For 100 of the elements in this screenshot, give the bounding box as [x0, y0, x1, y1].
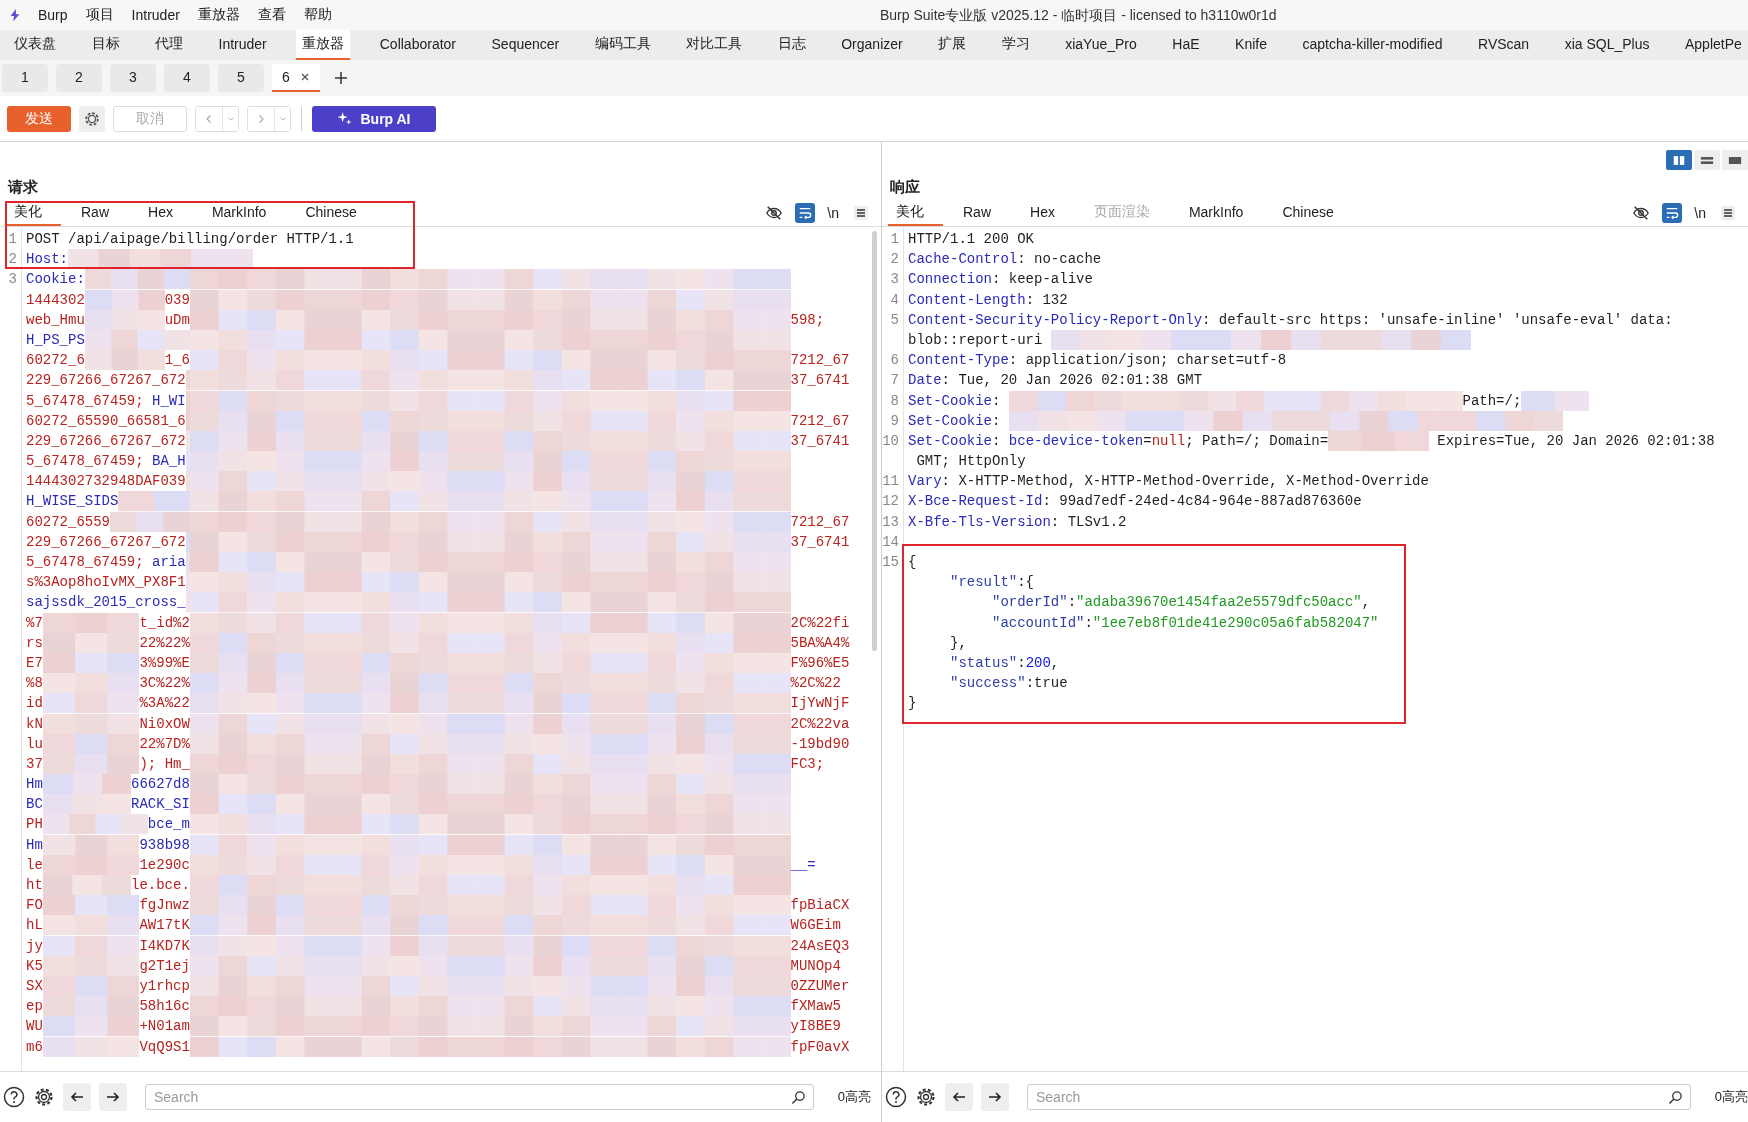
request-tab[interactable]: 4 [164, 64, 210, 92]
ai-button[interactable]: Burp AI [312, 105, 436, 132]
newline-toggle[interactable]: \n [827, 205, 839, 221]
tool-tab[interactable]: HaE [1166, 30, 1206, 60]
code-text: Ni0xOW [139, 714, 190, 734]
editor-tab[interactable]: Raw [943, 200, 1010, 226]
settings-button[interactable] [79, 105, 105, 132]
code-text: { [908, 553, 917, 572]
tool-tab[interactable]: 日志 [771, 30, 812, 60]
request-tab[interactable]: 2 [56, 64, 102, 92]
code-text: 1e290c [139, 855, 190, 875]
editor-tab[interactable]: MarkInfo [1168, 200, 1263, 226]
editor-tab[interactable]: Chinese [1262, 200, 1353, 226]
search-field[interactable]: Search [1027, 1084, 1691, 1110]
tool-tab[interactable]: Collaborator [373, 30, 462, 60]
tool-tab[interactable]: 学习 [995, 30, 1036, 60]
editor-tab[interactable]: MarkInfo [191, 200, 286, 226]
menu-icon[interactable] [1720, 205, 1736, 221]
settings-icon[interactable] [33, 1086, 55, 1108]
wrap-icon [798, 206, 813, 220]
tool-tab[interactable]: RVScan [1472, 30, 1536, 60]
editor-tab[interactable]: 美化 [888, 200, 943, 226]
line-number: 12 [882, 492, 899, 512]
code-text: I4KD7K [139, 936, 190, 956]
tool-tab[interactable]: xia SQL_Plus [1558, 30, 1656, 60]
code-text: fpBiaCX [790, 896, 850, 916]
code-text: FO [26, 896, 43, 916]
help-icon[interactable] [885, 1086, 907, 1108]
code-text: ht [26, 876, 43, 895]
add-tab-icon[interactable] [334, 71, 348, 85]
sparkle-icon [337, 111, 353, 126]
next-button[interactable] [99, 1083, 127, 1111]
request-tab[interactable]: 1 [2, 64, 48, 92]
request-tab[interactable]: 3 [110, 64, 156, 92]
search-field[interactable]: Search [145, 1084, 814, 1110]
menu-icon[interactable] [853, 205, 869, 221]
word-wrap-button[interactable] [1662, 203, 1683, 223]
settings-icon[interactable] [915, 1086, 937, 1108]
search-icon[interactable] [1667, 1090, 1683, 1105]
tool-tab[interactable]: Sequencer [485, 30, 566, 60]
tool-tab[interactable]: 编码工具 [588, 30, 657, 60]
tool-tab[interactable]: 重放器 [296, 30, 351, 60]
help-icon[interactable] [3, 1086, 25, 1108]
code-text: y1rhcp [139, 976, 190, 996]
layout-toggle[interactable] [1722, 150, 1748, 170]
tool-tab[interactable]: 扩展 [932, 30, 973, 60]
newline-toggle[interactable]: \n [1694, 205, 1706, 221]
code-text: 2C%22va [790, 714, 850, 734]
previous-button[interactable] [945, 1083, 973, 1111]
editor-tab[interactable]: Hex [128, 200, 192, 226]
search-icon[interactable] [790, 1090, 806, 1105]
code-text: 58h16c [139, 997, 190, 1017]
layout-toggle[interactable] [1694, 150, 1720, 170]
code-text: Expires=Tue, 20 Jan 2026 02:01:38 [1436, 431, 1715, 451]
code-text: Date: Tue, 20 Jan 2026 02:01:38 GMT [908, 371, 1203, 391]
code-text: 229_67266_67267_672 [26, 532, 186, 552]
menu-item[interactable]: 帮助 [303, 6, 332, 24]
code-text: } [908, 694, 917, 714]
tool-tab[interactable]: 对比工具 [680, 30, 749, 60]
menu-item[interactable]: 查看 [257, 6, 286, 24]
code-text: kN [26, 714, 43, 734]
tool-tab[interactable]: 仪表盘 [8, 30, 62, 60]
editor-tab[interactable]: Raw [61, 200, 128, 226]
menu-item[interactable]: Burp [38, 7, 68, 23]
next-button[interactable] [981, 1083, 1009, 1111]
code-text: Cache-Control: no-cache [908, 250, 1102, 270]
scrollbar-thumb[interactable] [872, 231, 877, 651]
tool-tab[interactable]: AppletPe [1678, 30, 1748, 60]
previous-button[interactable] [63, 1083, 91, 1111]
gear-icon [83, 109, 101, 128]
tool-tab[interactable]: Organizer [835, 30, 909, 60]
request-tab[interactable]: 5 [218, 64, 264, 92]
close-icon[interactable] [299, 72, 310, 82]
editor-tab[interactable]: 美化 [6, 200, 61, 226]
code-text: le.bce. [131, 876, 190, 895]
editor-tab[interactable]: Hex [1010, 200, 1074, 226]
tool-tab[interactable]: Knife [1229, 30, 1273, 60]
tool-tab[interactable]: 目标 [85, 30, 126, 60]
eye-off-icon[interactable] [765, 204, 784, 222]
code-text: 039 [164, 290, 190, 310]
word-wrap-button[interactable] [795, 203, 816, 223]
code-text: 229_67266_67267_672 [26, 371, 186, 391]
layout-toggle[interactable] [1666, 150, 1692, 170]
layout-icon [1728, 154, 1742, 166]
request-tab[interactable]: 6 [272, 64, 320, 92]
menu-item[interactable]: 重放器 [197, 6, 240, 24]
eye-off-icon[interactable] [1632, 204, 1651, 222]
menu-item[interactable]: 项目 [85, 6, 114, 24]
tool-tab[interactable]: 代理 [149, 30, 189, 60]
menu-item[interactable]: Intruder [131, 7, 180, 23]
line-number: 13 [882, 512, 899, 532]
code-text: %3A%22 [139, 694, 190, 714]
line-number: 15 [882, 553, 899, 572]
editor-tab[interactable]: Chinese [285, 200, 376, 226]
code-text: 7212_67 [790, 512, 850, 532]
tool-tab[interactable]: Intruder [212, 30, 273, 60]
tool-tab[interactable]: xiaYue_Pro [1059, 30, 1143, 60]
tool-tab[interactable]: captcha-killer-modified [1296, 30, 1449, 60]
highlight-count: 0高亮 [837, 1088, 871, 1106]
code-text: 66627d8 [131, 775, 190, 795]
